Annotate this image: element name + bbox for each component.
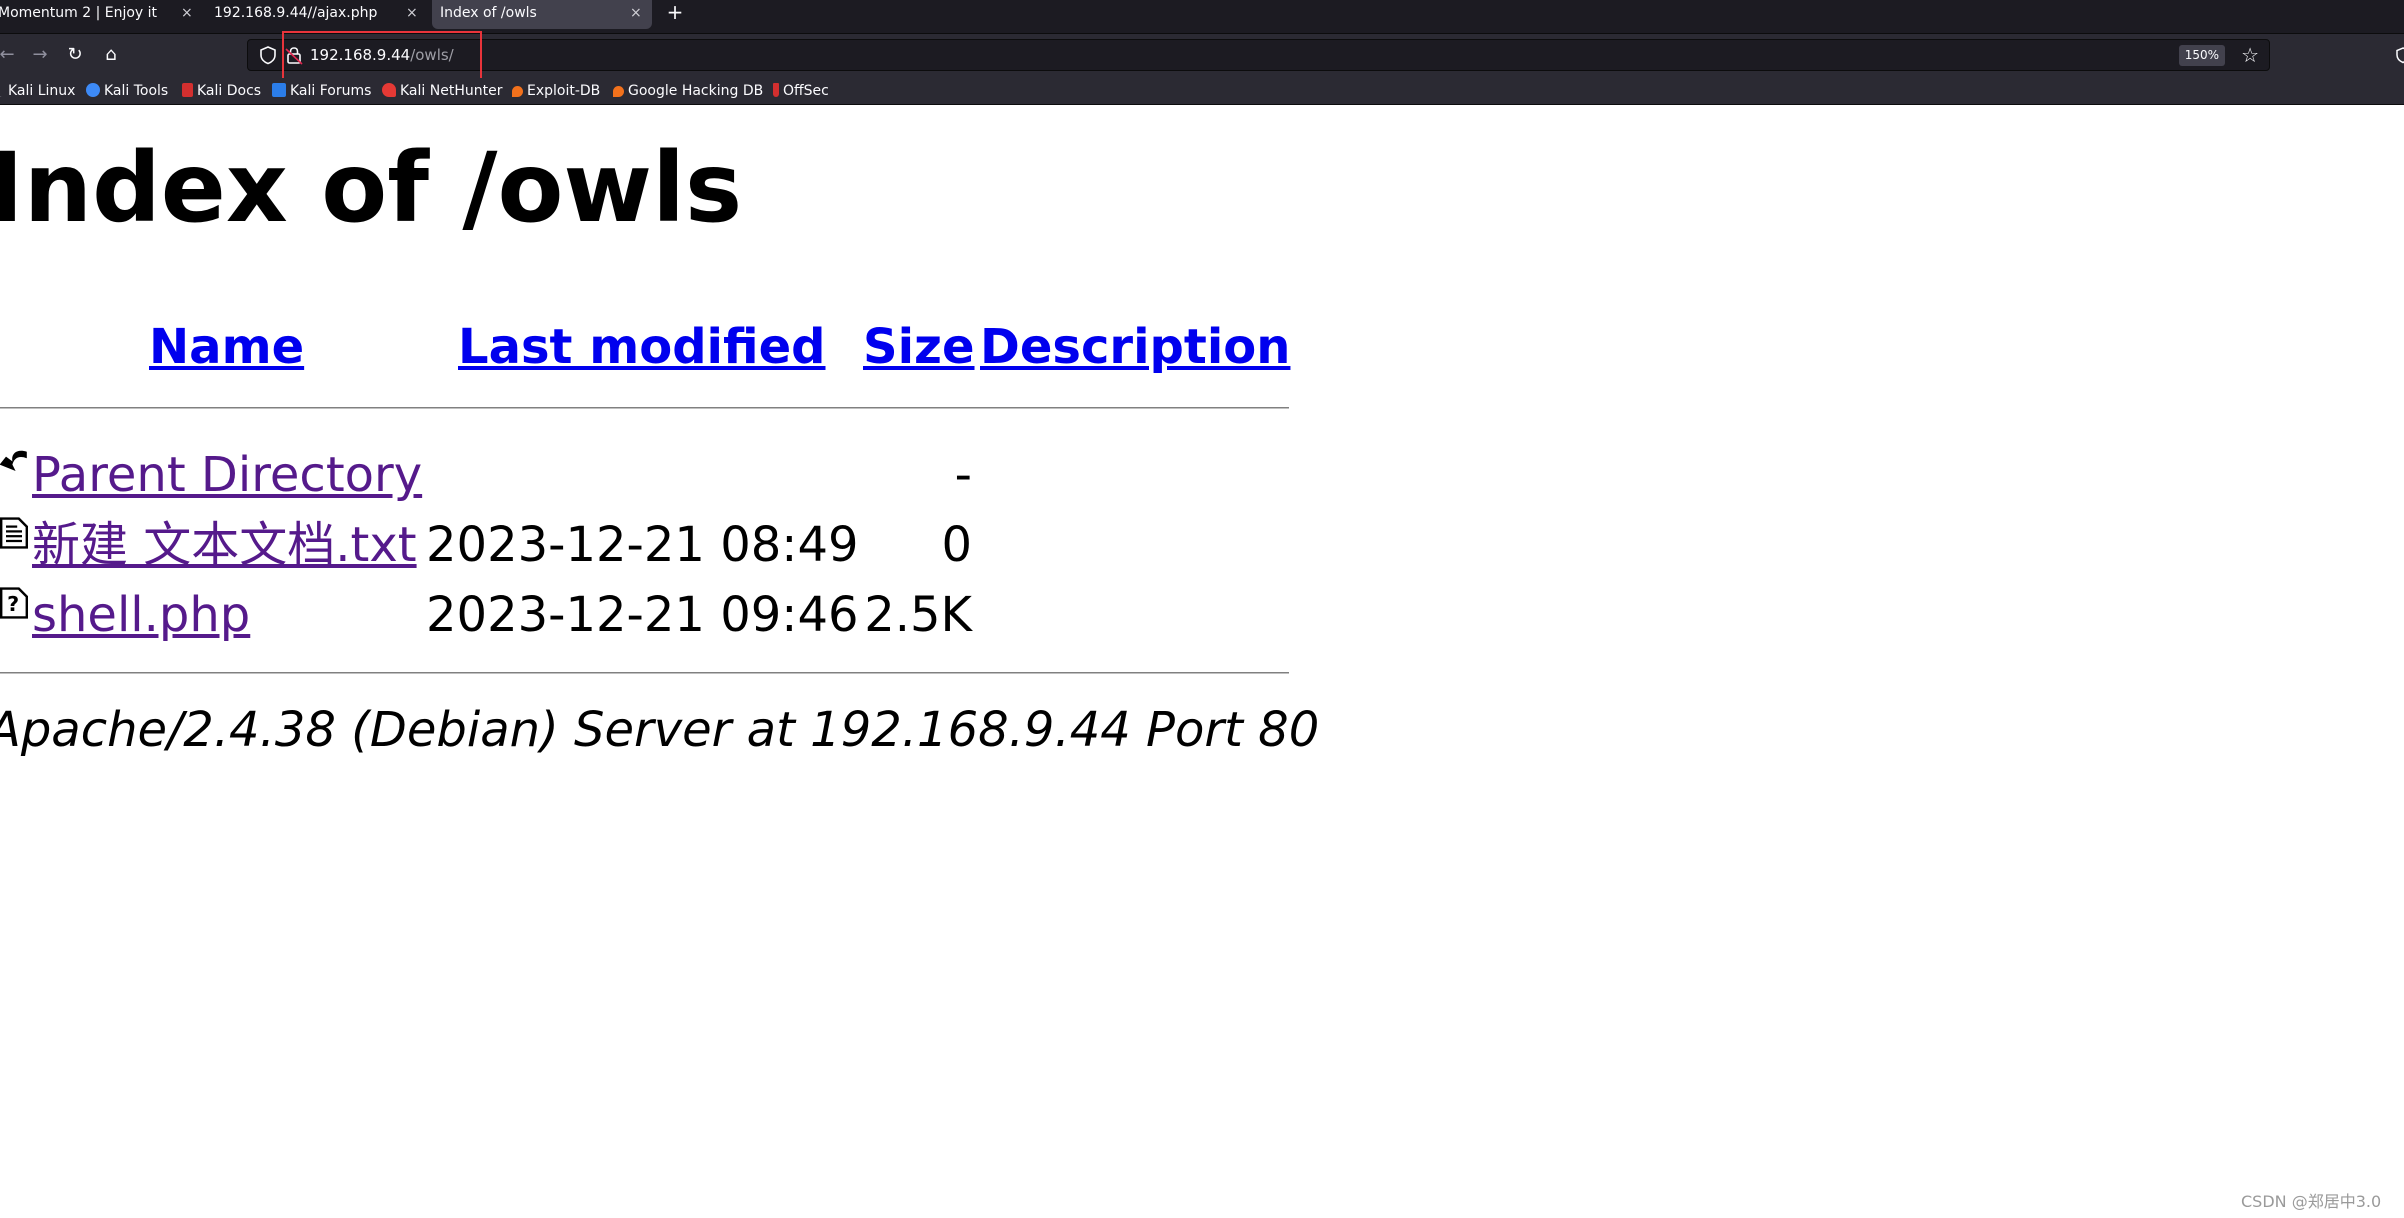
server-signature: Apache/2.4.38 (Debian) Server at 192.168…: [0, 702, 1320, 758]
tab-ajax[interactable]: 192.168.9.44//ajax.php ×: [200, 0, 430, 29]
bookmark-kali-linux[interactable]: Kali Linux: [0, 78, 75, 104]
navigation-toolbar: ← → ↻ ⌂ 192.168.9.44/owls/ 150% ☆: [0, 33, 2404, 78]
back-button[interactable]: ←: [0, 42, 20, 68]
url-text[interactable]: 192.168.9.44/owls/: [310, 40, 454, 70]
sort-by-name-link[interactable]: Name: [149, 317, 304, 377]
csdn-watermark: CSDN @郑居中3.0: [2241, 1192, 2382, 1211]
sort-by-last-modified-link[interactable]: Last modified: [458, 317, 826, 377]
reload-button[interactable]: ↻: [62, 42, 88, 68]
insecure-lock-icon[interactable]: [283, 44, 305, 66]
extension-shield-icon[interactable]: [2394, 46, 2404, 64]
footer-divider: [0, 672, 1289, 674]
tab-title: 192.168.9.44//ajax.php: [214, 5, 378, 21]
last-modified: 2023-12-21 09:46: [426, 587, 859, 643]
offsec-icon: [773, 83, 779, 97]
file-size: 2.5K: [864, 587, 972, 643]
table-row: Parent Directory -: [0, 445, 972, 515]
home-button[interactable]: ⌂: [98, 42, 124, 68]
tab-close-icon[interactable]: ×: [630, 0, 642, 26]
back-arrow-icon: [0, 450, 27, 471]
bookmark-label: Exploit-DB: [527, 83, 601, 99]
tab-title: Index of /owls: [440, 5, 537, 21]
kali-dragon-icon: [0, 83, 4, 97]
bookmark-label: Kali Tools: [104, 83, 169, 99]
file-link-shell-php[interactable]: shell.php: [32, 585, 250, 645]
sort-by-description-link[interactable]: Description: [980, 317, 1290, 377]
tab-close-icon[interactable]: ×: [181, 0, 193, 26]
zoom-level-badge[interactable]: 150%: [2178, 45, 2225, 66]
text-file-icon: [0, 517, 28, 549]
tab-bar: Momentum 2 | Enjoy it × 192.168.9.44//aj…: [0, 0, 2404, 33]
header-divider: [0, 407, 1289, 409]
tab-index-of-owls[interactable]: Index of /owls ×: [432, 0, 652, 29]
bookmark-offsec[interactable]: OffSec: [773, 78, 829, 104]
file-size: -: [954, 447, 972, 503]
exploit-db-icon: [512, 86, 523, 97]
ghdb-icon: [613, 86, 624, 97]
bookmark-star-icon[interactable]: ☆: [2241, 43, 2259, 67]
tab-title: Momentum 2 | Enjoy it: [0, 5, 158, 21]
svg-text:?: ?: [7, 592, 19, 616]
file-link-parent-directory[interactable]: Parent Directory: [32, 445, 422, 505]
table-row: ? shell.php 2023-12-21 09:46 2.5K: [0, 585, 972, 655]
tab-close-icon[interactable]: ×: [406, 0, 418, 26]
address-bar[interactable]: 192.168.9.44/owls/ 150% ☆: [247, 39, 2270, 71]
unknown-file-icon: ?: [0, 587, 28, 619]
kali-nethunter-icon: [382, 83, 396, 97]
bookmark-google-hacking-db[interactable]: Google Hacking DB: [613, 78, 763, 104]
bookmarks-toolbar: Kali Linux Kali Tools Kali Docs Kali For…: [0, 78, 2404, 105]
bookmark-label: Kali Docs: [197, 83, 262, 99]
url-host: 192.168.9.44: [310, 46, 411, 64]
tracking-protection-shield-icon[interactable]: [257, 44, 279, 66]
file-size: 0: [941, 517, 972, 573]
bookmark-label: Google Hacking DB: [628, 83, 764, 99]
kali-docs-icon: [182, 83, 193, 97]
bookmark-label: Kali Forums: [290, 83, 372, 99]
bookmark-kali-docs[interactable]: Kali Docs: [182, 78, 261, 104]
table-row: 新建 文本文档.txt 2023-12-21 08:49 0: [0, 515, 972, 585]
bookmark-label: Kali NetHunter: [400, 83, 503, 99]
bookmark-label: Kali Linux: [8, 83, 76, 99]
bookmark-kali-tools[interactable]: Kali Tools: [86, 78, 168, 104]
tab-momentum[interactable]: Momentum 2 | Enjoy it ×: [0, 0, 200, 29]
page-content: Index of /owls Name Last modified Size D…: [0, 105, 2404, 1218]
new-tab-button[interactable]: +: [664, 0, 686, 26]
bookmark-label: OffSec: [783, 83, 829, 99]
bookmark-exploit-db[interactable]: Exploit-DB: [512, 78, 600, 104]
page-title: Index of /owls: [0, 132, 743, 244]
url-path: /owls/: [410, 46, 454, 64]
forward-button[interactable]: →: [27, 42, 53, 68]
sort-by-size-link[interactable]: Size: [863, 317, 975, 377]
bookmark-kali-nethunter[interactable]: Kali NetHunter: [382, 78, 502, 104]
bookmark-kali-forums[interactable]: Kali Forums: [272, 78, 371, 104]
file-link-txt[interactable]: 新建 文本文档.txt: [32, 515, 417, 575]
kali-forums-icon: [272, 83, 286, 97]
kali-tools-icon: [86, 83, 100, 97]
last-modified: 2023-12-21 08:49: [426, 517, 859, 573]
